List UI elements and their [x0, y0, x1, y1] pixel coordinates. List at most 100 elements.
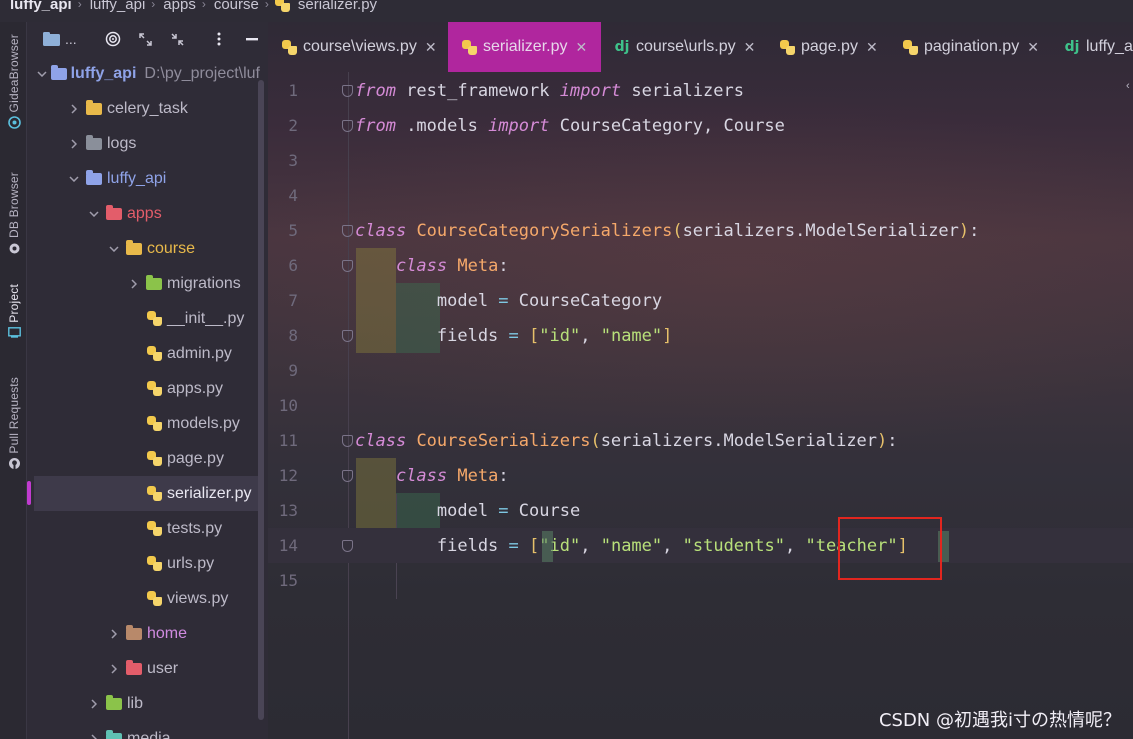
python-file-icon — [274, 0, 290, 12]
code-token: "name" — [600, 325, 663, 346]
tool-pull-requests-label: Pull Requests — [7, 377, 21, 454]
tab-page-py[interactable]: page.py ✕ — [766, 22, 889, 72]
fold-marker-icon[interactable] — [342, 539, 353, 552]
code-token: rest_framework — [395, 80, 560, 101]
breadcrumb-item[interactable]: apps — [155, 0, 202, 13]
fold-marker-icon[interactable] — [342, 434, 353, 447]
tree-folder-logs[interactable]: logs — [27, 126, 260, 161]
tree-item-label: urls.py — [167, 554, 215, 572]
tab-luffy-a[interactable]: dj luffy_a — [1051, 22, 1133, 72]
tree-folder-user[interactable]: user — [27, 651, 260, 686]
code-line[interactable]: 10 — [268, 388, 1133, 423]
chevron-right-icon[interactable] — [67, 103, 81, 114]
code-text: model = CourseCategory — [355, 291, 662, 311]
fold-marker-icon[interactable] — [342, 329, 353, 342]
project-panel-title[interactable]: ... — [65, 31, 77, 47]
tool-gideabrowser-label: GideaBrowser — [7, 34, 21, 113]
fold-marker-icon[interactable] — [342, 469, 353, 482]
breadcrumb-item[interactable]: luffy_api — [82, 0, 152, 13]
tree-file-adminpy[interactable]: admin.py — [27, 336, 260, 371]
tree-folder-celerytask[interactable]: celery_task — [27, 91, 260, 126]
folder-icon — [85, 99, 103, 117]
tool-pull-requests[interactable]: Pull Requests — [4, 377, 24, 471]
tool-project[interactable]: Project — [4, 284, 24, 340]
tree-file-urlspy[interactable]: urls.py — [27, 546, 260, 581]
code-line[interactable]: 8 fields = ["id", "name"] — [268, 318, 1133, 353]
code-line[interactable]: 11 class CourseSerializers(serializers.Mo… — [268, 423, 1133, 458]
fold-marker-icon[interactable] — [342, 224, 353, 237]
code-line[interactable]: 7 model = CourseCategory — [268, 283, 1133, 318]
code-line[interactable]: 13 model = Course — [268, 493, 1133, 528]
chevron-right-icon[interactable] — [67, 138, 81, 149]
tree-item-label: lib — [127, 694, 144, 712]
tree-item-label: tests.py — [167, 519, 223, 537]
code-line[interactable]: 14 fields = ["id", "name", "students", "… — [268, 528, 1133, 563]
fold-marker-icon[interactable] — [342, 84, 353, 97]
close-icon[interactable]: ✕ — [575, 39, 587, 56]
code-line[interactable]: 5 class CourseCategorySerializers(seriali… — [268, 213, 1133, 248]
tool-db-browser[interactable]: DB Browser — [4, 172, 24, 255]
tree-folder-apps[interactable]: apps — [27, 196, 260, 231]
tree-file-viewspy[interactable]: views.py — [27, 581, 260, 616]
code-token: CourseCategory, Course — [549, 115, 785, 136]
chevron-right-icon[interactable] — [127, 278, 141, 289]
tree-folder-lib[interactable]: lib — [27, 686, 260, 721]
close-icon[interactable]: ✕ — [744, 39, 756, 56]
expand-all-icon[interactable] — [135, 29, 155, 49]
tree-folder-home[interactable]: home — [27, 616, 260, 651]
annotation-box — [838, 517, 942, 580]
fold-marker-icon[interactable] — [342, 119, 353, 132]
tab-course-views-py[interactable]: course\views.py ✕ — [268, 22, 448, 72]
locate-icon[interactable] — [103, 29, 123, 49]
tree-file-pagepy[interactable]: page.py — [27, 441, 260, 476]
more-options-icon[interactable] — [209, 29, 229, 49]
close-icon[interactable]: ✕ — [866, 39, 878, 56]
breadcrumb-item[interactable]: serializer.py — [290, 0, 383, 13]
code-line[interactable]: 1 from rest_framework import serializers — [268, 73, 1133, 108]
hide-panel-icon[interactable] — [242, 29, 262, 49]
code-line[interactable]: 6 class Meta: — [268, 248, 1133, 283]
tree-file-serializerpy[interactable]: serializer.py — [34, 476, 260, 511]
chevron-down-icon[interactable] — [87, 210, 101, 217]
chevron-right-icon[interactable] — [107, 663, 121, 674]
chevron-down-icon[interactable] — [37, 70, 47, 77]
folder-icon[interactable] — [41, 29, 61, 49]
code-token: = — [498, 500, 509, 521]
code-line[interactable]: 4 — [268, 178, 1133, 213]
tree-file-initpy[interactable]: __init__.py — [27, 301, 260, 336]
code-token: , — [580, 535, 601, 556]
tree-folder-course[interactable]: course — [27, 231, 260, 266]
tree-folder-luffyapi[interactable]: luffy_api D:\py_project\luf — [27, 56, 260, 91]
project-panel-scrollbar[interactable] — [258, 80, 264, 720]
tree-file-appspy[interactable]: apps.py — [27, 371, 260, 406]
tab-serializer-py[interactable]: serializer.py ✕ — [448, 22, 601, 72]
chevron-down-icon[interactable] — [107, 245, 121, 252]
code-line[interactable]: 2 from .models import CourseCategory, Cou… — [268, 108, 1133, 143]
code-text: fields = ["id", "name"] — [355, 325, 673, 346]
chevron-right-icon[interactable] — [107, 628, 121, 639]
collapse-all-icon[interactable] — [167, 29, 187, 49]
tree-folder-migrations[interactable]: migrations — [27, 266, 260, 301]
code-line[interactable]: 9 — [268, 353, 1133, 388]
chevron-right-icon[interactable] — [87, 698, 101, 709]
code-line[interactable]: 15 — [268, 563, 1133, 598]
tool-gideabrowser[interactable]: GideaBrowser — [4, 34, 24, 129]
code-line[interactable]: 12 class Meta: — [268, 458, 1133, 493]
tab-course-urls-py[interactable]: dj course\urls.py ✕ — [601, 22, 766, 72]
code-token: fields — [355, 325, 509, 346]
close-icon[interactable]: ✕ — [1027, 39, 1039, 56]
close-icon[interactable]: ✕ — [425, 39, 437, 56]
tree-file-testspy[interactable]: tests.py — [27, 511, 260, 546]
tree-folder-media[interactable]: media — [27, 721, 260, 739]
python-file-icon — [280, 38, 298, 56]
tree-folder-luffyapi[interactable]: luffy_api — [27, 161, 260, 196]
tab-pagination-py[interactable]: pagination.py ✕ — [889, 22, 1051, 72]
fold-marker-icon[interactable] — [342, 259, 353, 272]
breadcrumb-item[interactable]: course — [206, 0, 265, 13]
chevron-right-icon[interactable] — [87, 733, 101, 739]
code-token: .models — [395, 115, 489, 136]
tree-file-modelspy[interactable]: models.py — [27, 406, 260, 441]
breadcrumb-item[interactable]: luffy_api — [0, 0, 78, 13]
chevron-down-icon[interactable] — [67, 175, 81, 182]
code-line[interactable]: 3 — [268, 143, 1133, 178]
